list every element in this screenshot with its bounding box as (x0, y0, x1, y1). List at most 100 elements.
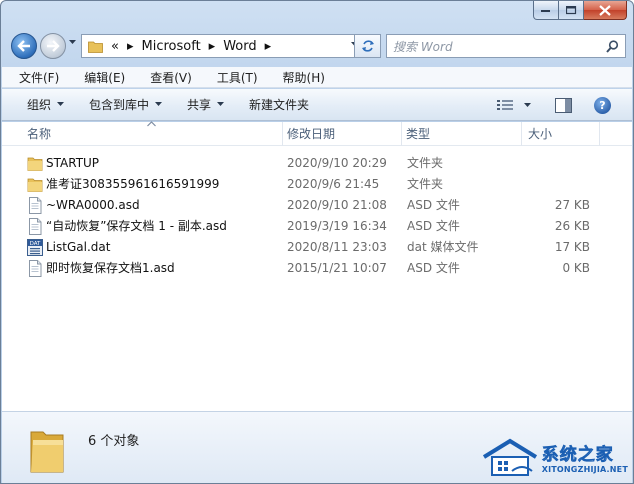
file-name: ~WRA0000.asd (46, 198, 140, 212)
column-divider[interactable] (401, 122, 402, 146)
close-button[interactable] (584, 1, 627, 20)
document-icon (29, 218, 42, 235)
file-type: 文件夹 (407, 177, 444, 191)
folder-icon (27, 178, 43, 192)
breadcrumb-separator[interactable]: ▸ (265, 39, 272, 54)
include-in-library-button[interactable]: 包含到库中 (89, 96, 163, 113)
column-name[interactable]: 名称 (27, 122, 51, 146)
file-row[interactable]: “自动恢复”保存文档 1 - 副本.asd 2019/3/19 16:34 AS… (2, 216, 632, 237)
arrow-right-icon (47, 40, 60, 52)
recent-pages-dropdown[interactable] (69, 40, 76, 45)
back-button[interactable] (11, 33, 37, 59)
chevron-down-icon (155, 102, 163, 106)
file-rows: STARTUP 2020/9/10 20:29 文件夹 准考证308355961… (2, 153, 632, 279)
help-button[interactable]: ? (594, 96, 611, 114)
organize-button[interactable]: 组织 (27, 96, 65, 113)
close-icon (599, 4, 611, 16)
folder-large-icon (30, 431, 64, 473)
item-count: 6 个对象 (88, 434, 140, 449)
folder-icon (27, 157, 43, 171)
new-folder-button[interactable]: 新建文件夹 (249, 96, 309, 113)
file-date: 2020/8/11 23:03 (287, 240, 387, 254)
chevron-down-icon (217, 102, 225, 106)
document-icon (29, 260, 42, 277)
column-type[interactable]: 类型 (406, 122, 430, 146)
file-type: ASD 文件 (407, 219, 460, 233)
chevron-down-icon (57, 102, 65, 106)
maximize-button[interactable] (559, 1, 584, 20)
refresh-icon (361, 40, 374, 52)
explorer-window: « ▸ Microsoft ▸ Word ▸ 搜索 Word 文件(F) 编辑(… (0, 0, 634, 484)
house-logo-icon (482, 438, 537, 476)
file-row[interactable]: 准考证308355961616591999 2020/9/6 21:45 文件夹 (2, 174, 632, 195)
share-label: 共享 (187, 98, 212, 112)
column-size[interactable]: 大小 (528, 122, 552, 146)
view-details-icon (497, 99, 513, 110)
file-type: dat 媒体文件 (407, 240, 479, 254)
menu-tools[interactable]: 工具(T) (201, 69, 267, 86)
breadcrumb-item-word[interactable]: Word (223, 39, 256, 54)
address-bar[interactable]: « ▸ Microsoft ▸ Word ▸ (81, 34, 379, 58)
file-name: STARTUP (46, 156, 100, 170)
document-icon (29, 197, 42, 214)
column-divider[interactable] (521, 122, 522, 146)
file-date: 2020/9/10 21:08 (287, 198, 387, 212)
command-bar: 组织 包含到库中 共享 新建文件夹 ? (2, 89, 632, 121)
dat-file-icon: DAT (27, 239, 43, 256)
new-folder-label: 新建文件夹 (249, 98, 310, 112)
breadcrumb-overflow[interactable]: « (111, 39, 119, 54)
folder-icon (88, 41, 103, 53)
file-name: “自动恢复”保存文档 1 - 副本.asd (46, 219, 227, 233)
file-type: ASD 文件 (407, 198, 460, 212)
change-view-button[interactable] (497, 99, 531, 112)
breadcrumb-item-microsoft[interactable]: Microsoft (142, 39, 201, 54)
watermark-title: 系统之家 (541, 445, 614, 466)
watermark-text: 系统之家 XITONGZHIJIA.NET (541, 440, 628, 474)
minimize-button[interactable] (533, 1, 559, 20)
file-row[interactable]: STARTUP 2020/9/10 20:29 文件夹 (2, 153, 632, 174)
share-button[interactable]: 共享 (187, 96, 225, 113)
refresh-button[interactable] (354, 34, 381, 58)
chevron-down-icon (524, 102, 531, 107)
search-icon[interactable] (606, 39, 619, 53)
file-size: 0 KB (562, 261, 590, 275)
column-date-modified[interactable]: 修改日期 (287, 122, 335, 146)
svg-text:DAT: DAT (30, 241, 41, 247)
file-row[interactable]: DAT ListGal.dat 2020/8/11 23:03 dat 媒体文件… (2, 237, 632, 258)
column-divider[interactable] (599, 122, 600, 146)
file-row[interactable]: 即时恢复保存文档1.asd 2015/1/21 10:07 ASD 文件 0 K… (2, 258, 632, 279)
sort-ascending-icon (147, 121, 156, 127)
file-row[interactable]: ~WRA0000.asd 2020/9/10 21:08 ASD 文件 27 K… (2, 195, 632, 216)
menu-file[interactable]: 文件(F) (2, 69, 68, 86)
minimize-icon (541, 10, 550, 12)
breadcrumb-separator[interactable]: ▸ (127, 39, 134, 54)
column-header: 名称 修改日期 类型 大小 (2, 121, 632, 146)
file-size: 27 KB (554, 198, 590, 212)
menu-help[interactable]: 帮助(H) (267, 69, 334, 86)
file-name: ListGal.dat (46, 240, 111, 254)
maximize-icon (565, 5, 576, 14)
include-in-library-label: 包含到库中 (89, 98, 150, 112)
menu-view[interactable]: 查看(V) (134, 69, 201, 86)
file-size: 17 KB (554, 240, 590, 254)
file-list-view: 名称 修改日期 类型 大小 STARTUP 2020/9/10 20:29 文件… (2, 121, 632, 411)
organize-label: 组织 (27, 98, 52, 112)
file-name: 即时恢复保存文档1.asd (46, 261, 175, 275)
search-box[interactable]: 搜索 Word (386, 34, 626, 58)
preview-pane-icon[interactable] (555, 97, 572, 113)
watermark: 系统之家 XITONGZHIJIA.NET (482, 437, 628, 477)
file-type: 文件夹 (407, 156, 444, 170)
forward-button[interactable] (40, 33, 66, 59)
file-date: 2020/9/6 21:45 (287, 177, 380, 191)
file-date: 2019/3/19 16:34 (287, 219, 387, 233)
file-date: 2020/9/10 20:29 (287, 156, 387, 170)
watermark-url: XITONGZHIJIA.NET (541, 465, 628, 474)
toolbar-right-group: ? (497, 89, 632, 121)
breadcrumb-separator[interactable]: ▸ (209, 39, 216, 54)
breadcrumb: « ▸ Microsoft ▸ Word ▸ (111, 39, 279, 54)
search-input[interactable]: 搜索 Word (393, 38, 606, 55)
menu-edit[interactable]: 编辑(E) (68, 69, 134, 86)
menu-bar: 文件(F) 编辑(E) 查看(V) 工具(T) 帮助(H) (2, 67, 632, 88)
file-size: 26 KB (554, 219, 590, 233)
column-divider[interactable] (282, 122, 283, 146)
